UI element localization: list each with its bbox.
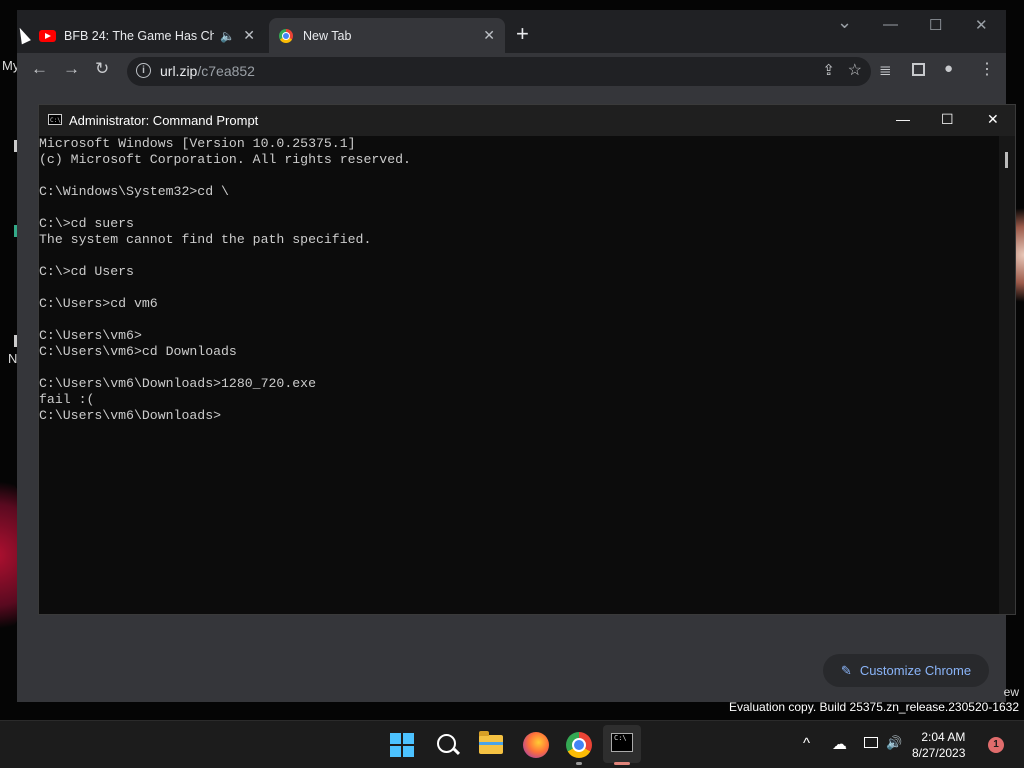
tab-close-icon[interactable]: ✕ bbox=[243, 27, 255, 44]
console-line: Microsoft Windows [Version 10.0.25375.1] bbox=[39, 136, 356, 151]
tab-new-tab[interactable]: New Tab ✕ bbox=[269, 18, 505, 53]
chrome-icon[interactable] bbox=[566, 732, 592, 758]
browser-toolbar: ← → ↻ i url.zip/c7ea852 ⇪ ☆ ≣ ● ⋮ bbox=[17, 53, 1006, 90]
console-line: The system cannot find the path specifie… bbox=[39, 232, 372, 247]
command-prompt-window: C:\ Administrator: Command Prompt — ☐ ✕ … bbox=[38, 104, 1016, 615]
tab-youtube[interactable]: BFB 24: The Game Has Chan 🔈 ✕ bbox=[29, 18, 265, 53]
new-tab-button[interactable]: + bbox=[516, 22, 529, 46]
scrollbar[interactable] bbox=[999, 136, 1015, 614]
cmd-title-bar[interactable]: C:\ Administrator: Command Prompt — ☐ ✕ bbox=[39, 105, 1015, 136]
tab-strip: BFB 24: The Game Has Chan 🔈 ✕ New Tab ✕ … bbox=[17, 10, 1006, 53]
terminal-glyph: C:\ bbox=[611, 733, 633, 752]
sidepanel-icon[interactable] bbox=[912, 63, 925, 76]
clock-date: 8/27/2023 bbox=[912, 746, 966, 760]
customize-chrome-button[interactable]: ✎ Customize Chrome bbox=[823, 654, 989, 687]
media-icon[interactable]: ≣ bbox=[879, 61, 892, 79]
speaker-icon[interactable]: 🔈 bbox=[220, 29, 235, 43]
clock-time: 2:04 AM bbox=[921, 730, 966, 744]
tab-title: BFB 24: The Game Has Chan bbox=[64, 28, 215, 43]
reload-button[interactable]: ↻ bbox=[95, 59, 109, 79]
tab-search-chevron-icon[interactable]: ⌄ bbox=[837, 12, 852, 33]
terminal-icon[interactable]: C:\ bbox=[603, 725, 641, 763]
console-line: C:\>cd suers bbox=[39, 216, 134, 231]
tab-title: New Tab bbox=[303, 28, 352, 43]
cmd-app-icon: C:\ bbox=[48, 114, 62, 125]
url-host: url.zip bbox=[160, 63, 198, 79]
taskbar: C:\ ^ ☁ 🔊 2:04 AM 8/27/2023 1 bbox=[0, 720, 1024, 768]
console-line: C:\Users\vm6>cd Downloads bbox=[39, 344, 237, 359]
watermark-fragment: ew bbox=[1003, 685, 1019, 699]
address-bar[interactable]: i url.zip/c7ea852 ⇪ ☆ bbox=[127, 57, 871, 86]
close-button[interactable]: ✕ bbox=[987, 111, 999, 128]
maximize-button[interactable]: ☐ bbox=[929, 16, 942, 34]
tab-close-icon[interactable]: ✕ bbox=[483, 27, 495, 44]
system-clock[interactable]: 2:04 AM 8/27/2023 bbox=[912, 729, 965, 761]
maximize-button[interactable]: ☐ bbox=[941, 111, 954, 128]
url-text[interactable]: url.zip/c7ea852 bbox=[160, 63, 255, 79]
site-info-icon[interactable]: i bbox=[136, 63, 151, 78]
notification-badge[interactable]: 1 bbox=[988, 737, 1004, 753]
firefox-icon[interactable] bbox=[523, 732, 549, 758]
pencil-icon: ✎ bbox=[840, 662, 852, 678]
search-icon[interactable] bbox=[436, 733, 462, 759]
chrome-icon bbox=[279, 28, 293, 43]
console-line: C:\>cd Users bbox=[39, 264, 134, 279]
console-line: C:\Users\vm6> bbox=[39, 328, 142, 343]
console-line: (c) Microsoft Corporation. All rights re… bbox=[39, 152, 411, 167]
active-indicator bbox=[614, 762, 630, 765]
onedrive-icon[interactable]: ☁ bbox=[832, 735, 847, 753]
profile-icon[interactable]: ● bbox=[944, 60, 953, 77]
console-line: fail :( bbox=[39, 392, 95, 407]
tray-chevron-icon[interactable]: ^ bbox=[803, 735, 810, 752]
console-output[interactable]: Microsoft Windows [Version 10.0.25375.1]… bbox=[39, 136, 999, 614]
file-explorer-icon[interactable] bbox=[479, 731, 503, 754]
share-icon[interactable]: ⇪ bbox=[822, 61, 835, 79]
back-button[interactable]: ← bbox=[31, 59, 48, 79]
youtube-icon bbox=[39, 29, 56, 42]
close-button[interactable]: ✕ bbox=[975, 16, 988, 34]
start-icon[interactable] bbox=[390, 733, 414, 757]
running-indicator bbox=[576, 762, 582, 765]
console-line: C:\Windows\System32>cd \ bbox=[39, 184, 229, 199]
console-line: C:\Users\vm6\Downloads> bbox=[39, 408, 222, 423]
volume-icon[interactable]: 🔊 bbox=[886, 735, 902, 751]
url-path: /c7ea852 bbox=[197, 63, 255, 79]
forward-button[interactable]: → bbox=[63, 59, 80, 79]
minimize-button[interactable]: — bbox=[896, 111, 910, 127]
console-line: C:\Users>cd vm6 bbox=[39, 296, 158, 311]
menu-icon[interactable]: ⋮ bbox=[979, 59, 995, 79]
window-title: Administrator: Command Prompt bbox=[69, 113, 259, 128]
minimize-button[interactable]: — bbox=[883, 16, 898, 33]
network-icon[interactable] bbox=[864, 737, 878, 748]
desktop-icon-label[interactable]: N bbox=[8, 351, 17, 366]
console-line: C:\Users\vm6\Downloads>1280_720.exe bbox=[39, 376, 316, 391]
evaluation-watermark: Evaluation copy. Build 25375.zn_release.… bbox=[729, 700, 1019, 714]
scrollbar-thumb[interactable] bbox=[1005, 152, 1008, 168]
customize-label: Customize Chrome bbox=[859, 663, 972, 678]
star-icon[interactable]: ☆ bbox=[848, 60, 862, 80]
